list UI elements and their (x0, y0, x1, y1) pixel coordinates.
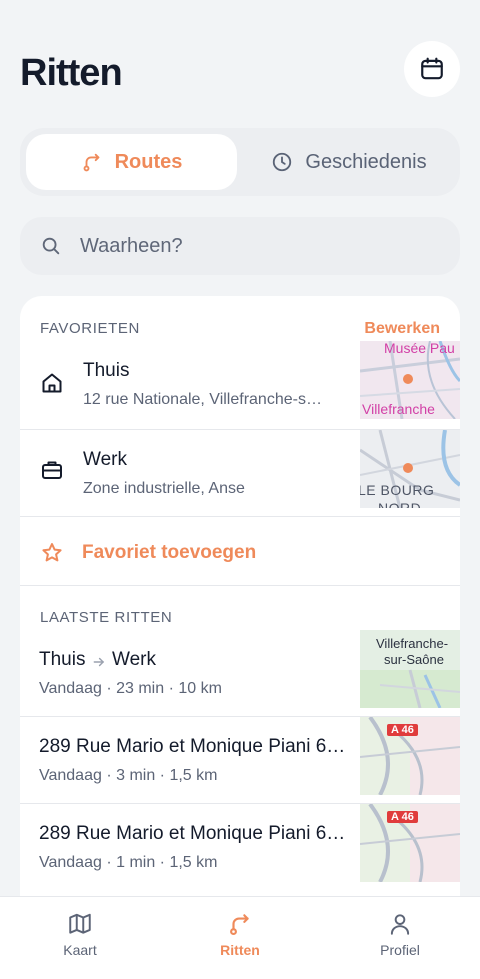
favorites-heading: FAVORIETEN (40, 320, 140, 337)
favorite-name: Werk (83, 449, 127, 470)
map-label: Villefranche- (376, 636, 449, 651)
recent-ride-item[interactable]: 289 Rue Mario et Monique Piani 6… Vandaa… (20, 717, 460, 803)
ride-meta: Vandaag · 23 min · 10 km (39, 680, 222, 697)
search-input[interactable] (78, 233, 442, 259)
bottom-nav: Kaart Ritten Profiel (0, 896, 480, 979)
ride-meta: Vandaag · 3 min · 1,5 km (39, 767, 218, 784)
map-icon (69, 913, 91, 934)
arrow-right-icon (93, 657, 105, 667)
edit-favorites-link[interactable]: Bewerken (364, 320, 440, 338)
divider (20, 585, 460, 586)
user-icon (390, 914, 410, 935)
recent-ride-item[interactable]: 289 Rue Mario et Monique Piani 6… Vandaa… (20, 804, 460, 890)
segmented-control: Routes Geschiedenis (20, 128, 460, 196)
nav-rides-label: Ritten (220, 942, 260, 958)
add-favorite-button[interactable]: Favoriet toevoegen (40, 541, 256, 565)
favorite-item-work[interactable]: Werk Zone industrielle, Anse LE BOURG NO… (20, 430, 460, 516)
tab-routes-label: Routes (114, 150, 183, 173)
tab-history[interactable]: Geschiedenis (244, 134, 454, 190)
ride-to: Werk (112, 649, 156, 670)
recent-ride-item[interactable]: Thuis Werk Vandaag · 23 min · 10 km Vill… (20, 630, 460, 716)
calendar-button[interactable] (404, 41, 460, 97)
map-thumbnail: LE BOURG NORD (360, 430, 460, 508)
road-badge: A 46 (387, 811, 418, 823)
star-icon (42, 543, 62, 562)
nav-item-profile[interactable]: Profiel (340, 911, 460, 958)
nav-profile-label: Profiel (380, 942, 420, 958)
map-label: LE BOURG (360, 482, 435, 498)
ride-title: 289 Rue Mario et Monique Piani 6… (39, 823, 346, 844)
favorite-address: Zone industrielle, Anse (83, 480, 245, 497)
ride-title: 289 Rue Mario et Monique Piani 6… (39, 736, 346, 757)
search-bar[interactable] (20, 217, 460, 275)
map-thumbnail: A 46 (360, 804, 460, 882)
home-icon (42, 373, 62, 393)
tab-routes[interactable]: Routes (26, 134, 237, 190)
map-label: Villefranche (362, 401, 435, 417)
clock-icon (273, 152, 292, 172)
rides-card: FAVORIETEN Bewerken Thuis 12 rue Nationa… (20, 296, 460, 896)
favorite-item-home[interactable]: Thuis 12 rue Nationale, Villefranche-s… … (20, 341, 460, 429)
map-label: NORD (378, 500, 422, 508)
map-thumbnail: Musée Pau Villefranche (360, 341, 460, 419)
favorite-name: Thuis (83, 360, 130, 381)
calendar-icon (421, 57, 443, 80)
road-badge: A 46 (387, 724, 418, 736)
recent-heading: LAATSTE RITTEN (40, 609, 173, 626)
search-icon (42, 237, 60, 255)
nav-item-map[interactable]: Kaart (20, 911, 140, 958)
ride-from: Thuis (39, 649, 86, 670)
route-icon (83, 153, 99, 172)
nav-map-label: Kaart (63, 942, 97, 958)
favorite-address: 12 rue Nationale, Villefranche-s… (83, 391, 322, 408)
add-favorite-label: Favoriet toevoegen (82, 542, 257, 563)
route-icon (230, 914, 249, 936)
map-thumbnail: A 46 (360, 717, 460, 795)
map-label: sur-Saône (384, 652, 444, 667)
nav-item-rides[interactable]: Ritten (180, 911, 300, 958)
briefcase-icon (42, 461, 62, 479)
map-thumbnail: Villefranche- sur-Saône (360, 630, 460, 708)
tab-history-label: Geschiedenis (305, 150, 427, 173)
map-label: Musée Pau (384, 341, 455, 356)
divider (20, 516, 460, 517)
ride-meta: Vandaag · 1 min · 1,5 km (39, 854, 218, 871)
page-title: Ritten (20, 52, 123, 94)
